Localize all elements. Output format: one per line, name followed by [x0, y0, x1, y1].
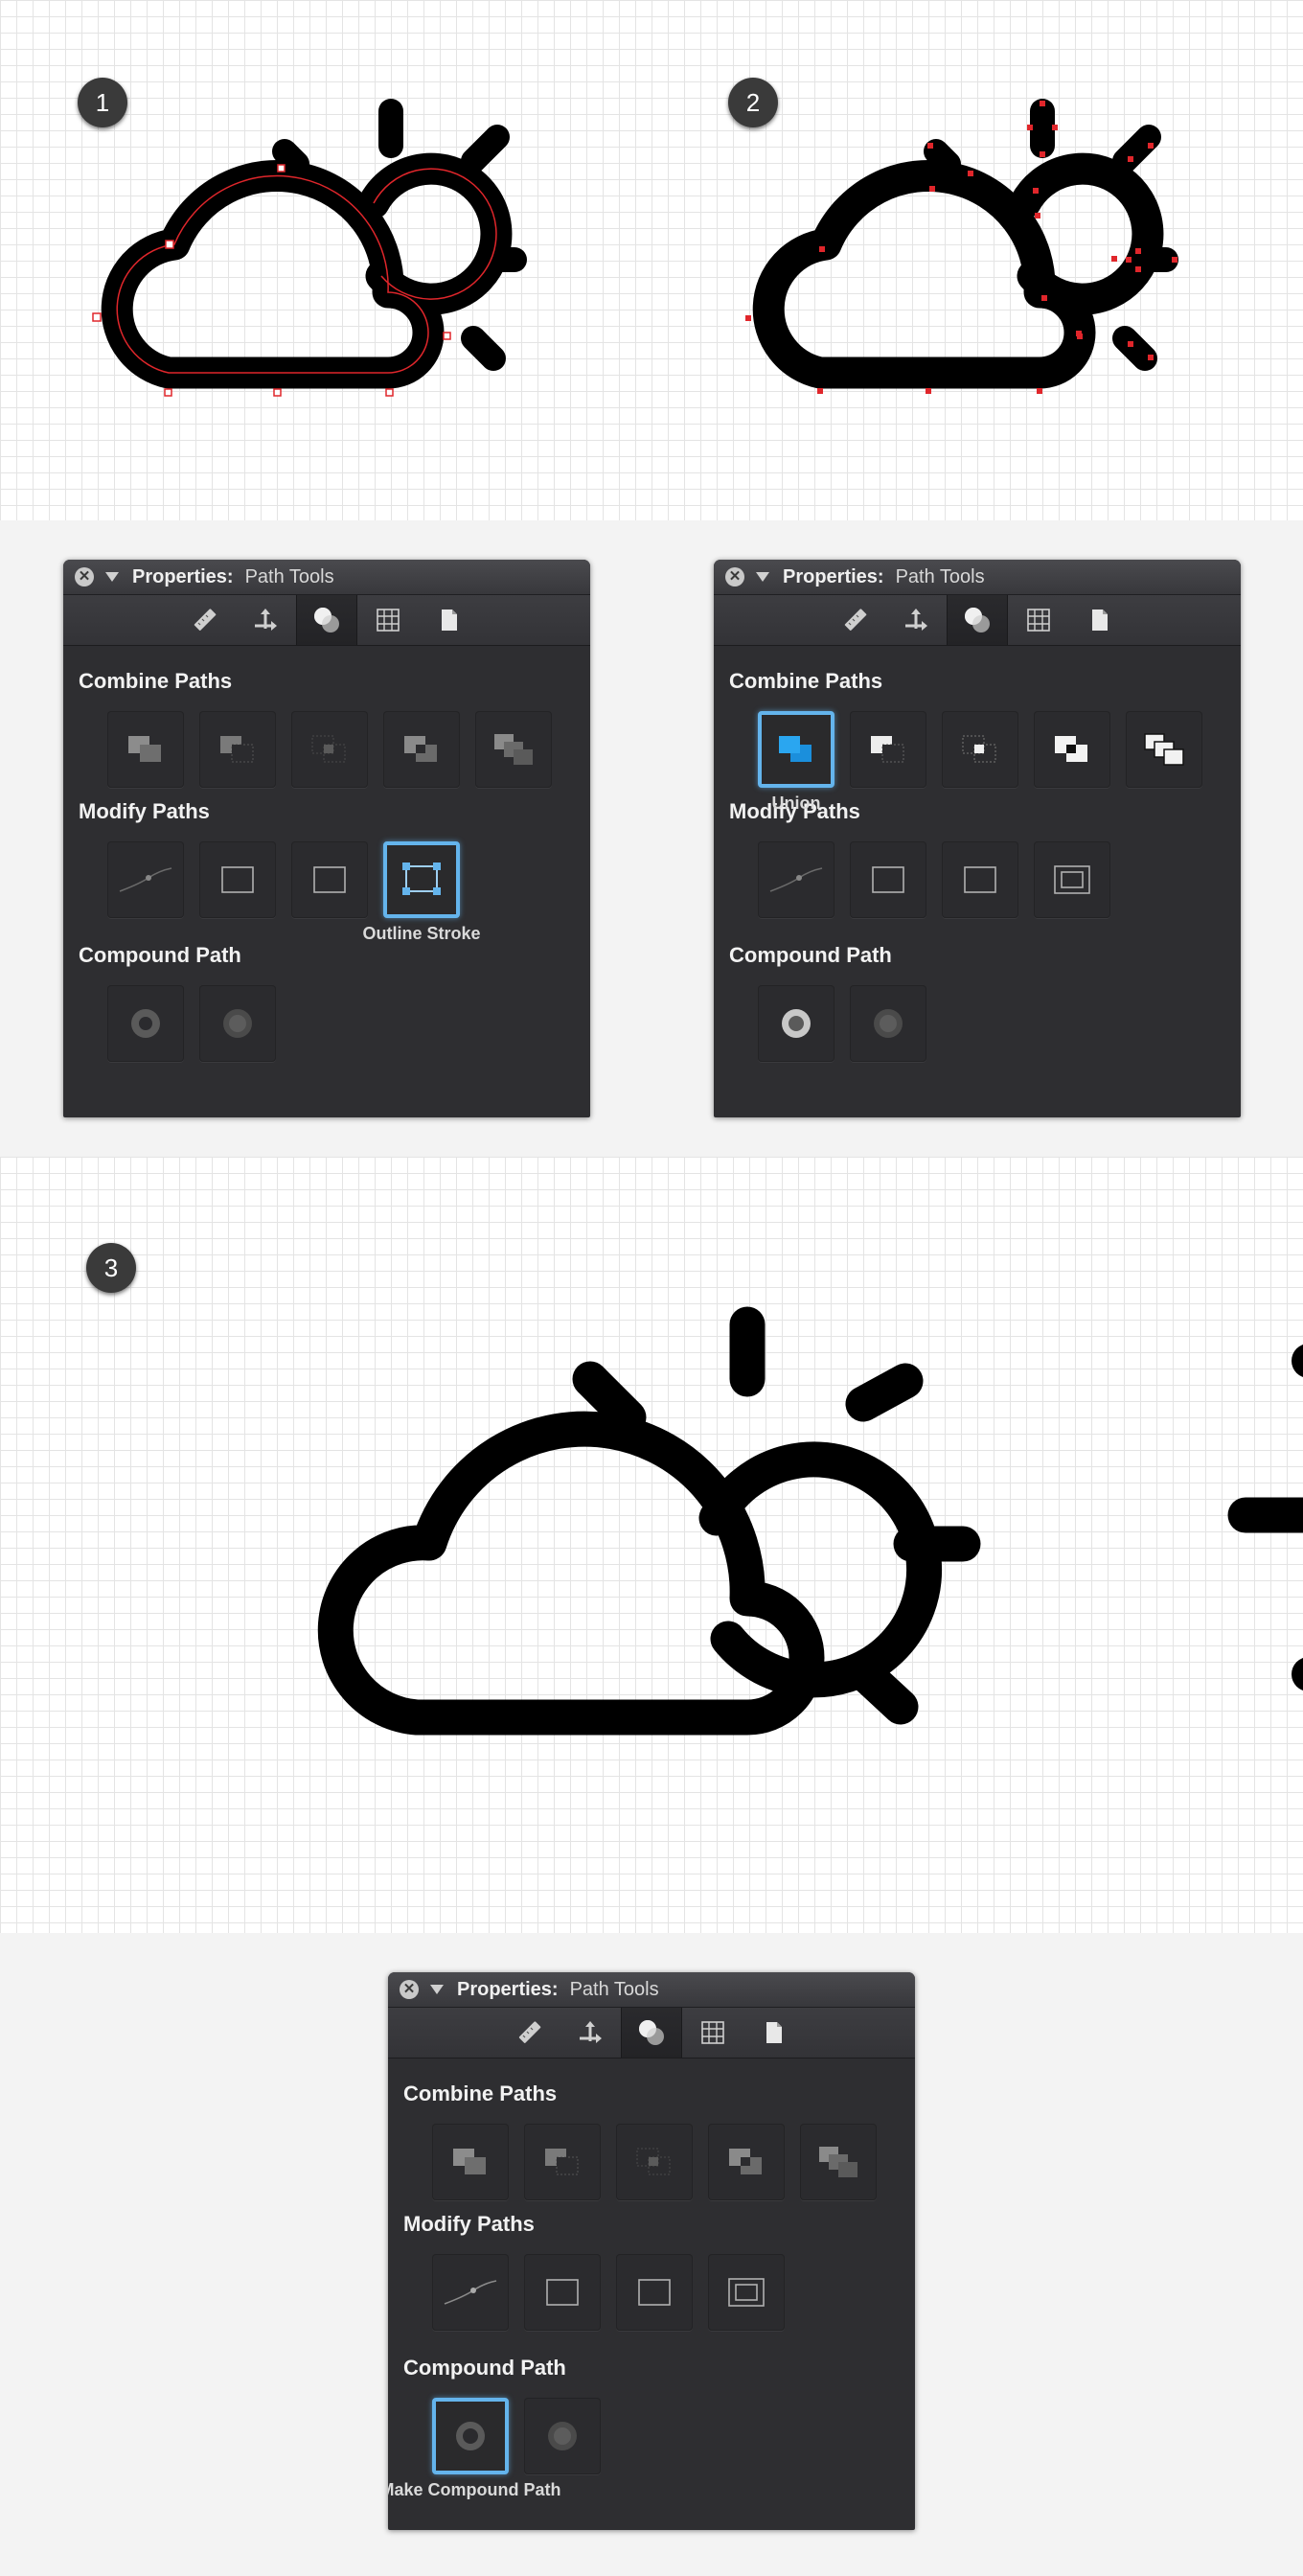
- path-ops-icon[interactable]: [621, 2008, 682, 2058]
- document-icon[interactable]: [743, 2008, 805, 2058]
- union-button[interactable]: [758, 711, 834, 788]
- close-icon[interactable]: ✕: [75, 567, 94, 586]
- release-compound-path-button[interactable]: [199, 985, 276, 1062]
- outline-stroke-button[interactable]: [383, 841, 460, 918]
- panel-title-value: Path Tools: [569, 1978, 659, 2000]
- outline-stroke-button[interactable]: [1034, 841, 1110, 918]
- grid-icon[interactable]: [1008, 595, 1069, 645]
- panel-titlebar: ✕ Properties: Path Tools: [63, 560, 590, 595]
- cloud-sun-artwork-top: [92, 99, 1178, 397]
- step-badge-2: 2: [728, 78, 778, 127]
- compound-path-row: [729, 985, 1225, 1062]
- selected-button-label: Make Compound Path: [388, 2480, 561, 2499]
- panel-title-value: Path Tools: [895, 565, 985, 587]
- compound-path-heading: Compound Path: [79, 943, 241, 967]
- intersect-button[interactable]: [291, 711, 368, 788]
- compound-path-row: [79, 985, 575, 1062]
- modify-paths-row: Outline Stroke: [79, 841, 575, 943]
- ruler-icon[interactable]: [173, 595, 235, 645]
- reverse-path-button[interactable]: [291, 841, 368, 918]
- panel-title-label: Properties:: [132, 565, 234, 587]
- move-icon[interactable]: [235, 595, 296, 645]
- selected-button-label: Outline Stroke: [362, 924, 481, 943]
- path-ops-icon[interactable]: [947, 595, 1008, 645]
- canvas-top: 1 2: [0, 0, 1303, 520]
- document-icon[interactable]: [419, 595, 480, 645]
- properties-panel-1: ✕ Properties: Path Tools Combine Paths M…: [63, 560, 590, 1117]
- document-icon[interactable]: [1069, 595, 1131, 645]
- union-button[interactable]: [107, 711, 184, 788]
- simplify-path-button[interactable]: [107, 841, 184, 918]
- union-button[interactable]: [432, 2124, 509, 2200]
- compound-path-row: Make Compound Path: [388, 2398, 900, 2499]
- reverse-path-button[interactable]: [616, 2254, 693, 2331]
- subtract-button[interactable]: [199, 711, 276, 788]
- panel-title-label: Properties:: [783, 565, 884, 587]
- ruler-icon[interactable]: [824, 595, 885, 645]
- modify-paths-row: [729, 841, 1225, 918]
- grid-icon[interactable]: [682, 2008, 743, 2058]
- move-icon[interactable]: [885, 595, 947, 645]
- step-badge-3: 3: [86, 1243, 136, 1293]
- cloud-sun-outlined-icon: [745, 99, 1178, 394]
- exclude-button[interactable]: [383, 711, 460, 788]
- collapse-triangle-icon[interactable]: [430, 1985, 444, 1994]
- compound-path-heading: Compound Path: [403, 2356, 566, 2380]
- canvas-middle: 3: [0, 1157, 1303, 1933]
- panel-toolbar: [714, 595, 1241, 646]
- subtract-button[interactable]: [850, 711, 926, 788]
- combine-paths-heading: Combine Paths: [403, 2082, 558, 2105]
- close-icon[interactable]: ✕: [725, 567, 744, 586]
- collapse-triangle-icon[interactable]: [105, 572, 119, 582]
- offset-path-button[interactable]: [199, 841, 276, 918]
- combine-paths-row: [403, 2124, 900, 2200]
- selected-button-label: Union: [771, 794, 821, 813]
- panel-toolbar: [63, 595, 590, 646]
- divide-button[interactable]: [1126, 711, 1202, 788]
- exclude-button[interactable]: [708, 2124, 785, 2200]
- modify-paths-heading: Modify Paths: [403, 2212, 535, 2236]
- simplify-path-button[interactable]: [758, 841, 834, 918]
- release-compound-path-button[interactable]: [850, 985, 926, 1062]
- panel-toolbar: [388, 2008, 915, 2058]
- offset-path-button[interactable]: [524, 2254, 601, 2331]
- close-icon[interactable]: ✕: [400, 1980, 419, 1999]
- make-compound-path-button[interactable]: [432, 2398, 509, 2474]
- collapse-triangle-icon[interactable]: [756, 572, 769, 582]
- grid-icon[interactable]: [357, 595, 419, 645]
- cloud-sun-stroked-icon: [92, 99, 527, 397]
- move-icon[interactable]: [560, 2008, 621, 2058]
- outline-stroke-button[interactable]: [708, 2254, 785, 2331]
- combine-paths-row: Union: [729, 711, 1225, 813]
- cloud-sun-final-icon: [317, 1306, 1303, 1736]
- panel-title-value: Path Tools: [244, 565, 334, 587]
- offset-path-button[interactable]: [850, 841, 926, 918]
- modify-paths-heading: Modify Paths: [79, 799, 210, 823]
- combine-paths-row: [79, 711, 575, 788]
- compound-path-heading: Compound Path: [729, 943, 892, 967]
- properties-panel-3: ✕ Properties: Path Tools Combine Paths M…: [388, 1972, 915, 2530]
- reverse-path-button[interactable]: [942, 841, 1018, 918]
- cloud-sun-artwork-final: [317, 1306, 1303, 1736]
- panel-titlebar: ✕ Properties: Path Tools: [388, 1972, 915, 2008]
- intersect-button[interactable]: [616, 2124, 693, 2200]
- divide-button[interactable]: [800, 2124, 877, 2200]
- path-ops-icon[interactable]: [296, 595, 357, 645]
- exclude-button[interactable]: [1034, 711, 1110, 788]
- modify-paths-row: [403, 2254, 900, 2331]
- simplify-path-button[interactable]: [432, 2254, 509, 2331]
- combine-paths-heading: Combine Paths: [729, 669, 883, 693]
- make-compound-path-button[interactable]: [107, 985, 184, 1062]
- make-compound-path-button[interactable]: [758, 985, 834, 1062]
- divide-button[interactable]: [475, 711, 552, 788]
- panel-title-label: Properties:: [457, 1978, 559, 2000]
- subtract-button[interactable]: [524, 2124, 601, 2200]
- ruler-icon[interactable]: [498, 2008, 560, 2058]
- intersect-button[interactable]: [942, 711, 1018, 788]
- combine-paths-heading: Combine Paths: [79, 669, 233, 693]
- step-badge-1: 1: [78, 78, 127, 127]
- properties-panel-2: ✕ Properties: Path Tools Combine Paths U…: [714, 560, 1241, 1117]
- release-compound-path-button[interactable]: [524, 2398, 601, 2474]
- panel-titlebar: ✕ Properties: Path Tools: [714, 560, 1241, 595]
